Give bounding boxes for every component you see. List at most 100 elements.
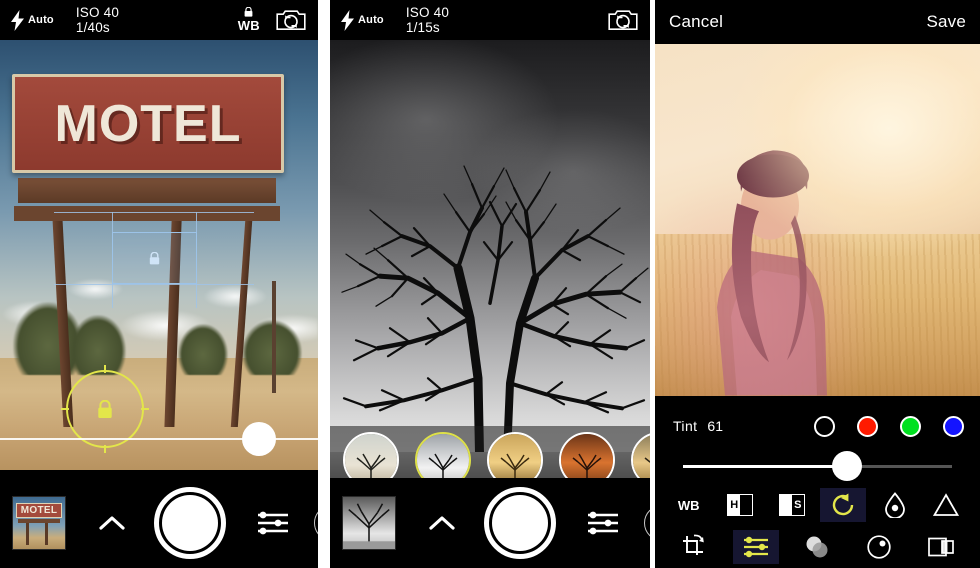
billboard-truss (18, 177, 276, 204)
bush (178, 323, 229, 376)
frame-icon (928, 537, 954, 557)
tree-silhouette (356, 453, 386, 482)
save-button[interactable]: Save (926, 12, 966, 32)
highlights-button[interactable]: H (717, 488, 763, 522)
frame-tab[interactable] (918, 530, 964, 564)
motel-billboard: MOTEL (12, 74, 284, 174)
bush (69, 315, 126, 376)
focus-tick (141, 408, 149, 410)
shutter-button[interactable] (484, 487, 556, 559)
rotate-reset-icon (833, 493, 854, 516)
tree-silhouette (343, 503, 395, 549)
saturation-button[interactable] (872, 488, 918, 522)
editor-panel-3: Cancel Save Tint 61 WB H S (655, 0, 980, 568)
tree-silhouette (572, 453, 602, 482)
editor-adjust-row: WB H S (655, 484, 980, 526)
tint-value: 61 (707, 418, 723, 434)
utility-pole (272, 280, 276, 393)
highlights-icon: H (727, 494, 754, 516)
last-photo-thumbnail[interactable]: MOTEL (12, 496, 66, 550)
set-button[interactable]: SET (644, 505, 650, 541)
vignette-icon (867, 535, 891, 559)
motel-sign-text: MOTEL (54, 94, 242, 153)
lock-icon (98, 399, 112, 418)
flash-mode-label: Auto (358, 14, 384, 26)
shadows-letter: S (791, 495, 804, 515)
swatch-green[interactable] (900, 415, 921, 437)
sharpen-button[interactable] (923, 488, 969, 522)
swatch-blue[interactable] (943, 415, 964, 437)
ae-lock-box[interactable] (112, 232, 197, 284)
camera-flip-icon[interactable] (608, 8, 638, 32)
tint-slider-row (655, 446, 980, 486)
camera-panel-2: Auto ISO 40 1/15s (330, 0, 650, 568)
shadows-button[interactable]: S (769, 488, 815, 522)
level-bubble (242, 422, 276, 456)
exposure-readout[interactable]: ISO 40 1/15s (406, 5, 449, 35)
shutter-speed-value: 1/15s (405, 20, 440, 35)
billboard-truss (14, 205, 280, 221)
sliders-icon (743, 536, 768, 558)
cancel-button[interactable]: Cancel (669, 12, 723, 32)
tint-slider-knob[interactable] (832, 451, 863, 481)
set-button[interactable]: SET (314, 505, 318, 541)
tree-silhouette (644, 456, 650, 463)
flash-mode-button[interactable]: Auto (11, 9, 54, 31)
swatch-red[interactable] (857, 415, 878, 437)
focus-reticle[interactable] (61, 365, 149, 453)
tree-silhouette (500, 453, 530, 482)
ae-grid-line (54, 284, 254, 285)
crop-rotate-tab[interactable] (671, 530, 717, 564)
screenshot-stage: MOTEL Auto ISO 40 1/40s WB MOTEL Auto IS… (0, 0, 980, 568)
lock-icon (244, 6, 253, 17)
flash-mode-label: Auto (28, 14, 54, 26)
triangle-icon (933, 493, 960, 516)
ae-grid-line (54, 212, 254, 213)
swatch-none[interactable] (814, 415, 835, 437)
tint-label: Tint (673, 418, 698, 434)
editor-tab-row (655, 526, 980, 568)
wb-label: WB (677, 497, 700, 513)
camera-viewfinder-2[interactable] (330, 40, 650, 478)
panel-divider (318, 0, 330, 568)
highlights-letter: H (728, 495, 741, 515)
sun-glow (655, 44, 980, 396)
crop-rotate-icon (682, 534, 704, 555)
adjust-tab[interactable] (732, 530, 779, 564)
shadows-icon: S (778, 494, 805, 516)
camera-status-bar-2: Auto ISO 40 1/15s (330, 0, 650, 40)
white-balance-lock-button[interactable]: WB (238, 6, 260, 34)
editor-navbar: Cancel Save (655, 0, 980, 44)
chevron-up-icon[interactable] (98, 515, 126, 531)
chevron-up-icon[interactable] (428, 515, 456, 531)
vignette-tab[interactable] (856, 530, 902, 564)
flash-bolt-icon (11, 9, 24, 31)
camera-viewfinder-1[interactable]: MOTEL (0, 40, 318, 470)
tint-swatches (814, 415, 964, 437)
blur-tab[interactable] (794, 530, 840, 564)
lock-icon (149, 251, 160, 264)
camera-flip-icon[interactable] (276, 8, 306, 32)
tint-slider-track[interactable] (683, 451, 952, 481)
iso-value: ISO 40 (75, 4, 120, 20)
sliders-icon[interactable] (586, 510, 620, 536)
last-photo-thumbnail[interactable] (342, 496, 396, 550)
focus-tick (104, 445, 106, 453)
sliders-icon[interactable] (256, 510, 290, 536)
camera-panel-1: MOTEL Auto ISO 40 1/40s WB MOTEL (0, 0, 318, 568)
droplet-icon (884, 492, 905, 518)
flash-mode-button[interactable]: Auto (341, 9, 384, 31)
focus-tick (104, 365, 106, 373)
tint-reset-button[interactable] (820, 488, 867, 522)
focus-tick (61, 408, 69, 410)
tint-slider-fill (683, 464, 848, 468)
shutter-button[interactable] (154, 487, 226, 559)
editor-preview[interactable] (655, 44, 980, 396)
camera-controls-2: SET (330, 478, 650, 568)
white-balance-button[interactable]: WB (666, 488, 712, 522)
exposure-readout[interactable]: ISO 40 1/40s (76, 5, 119, 35)
camera-status-bar-1: Auto ISO 40 1/40s WB (0, 0, 318, 40)
shutter-speed-value: 1/40s (75, 20, 110, 35)
tint-row: Tint 61 (655, 406, 980, 446)
tree-silhouette (428, 453, 458, 482)
